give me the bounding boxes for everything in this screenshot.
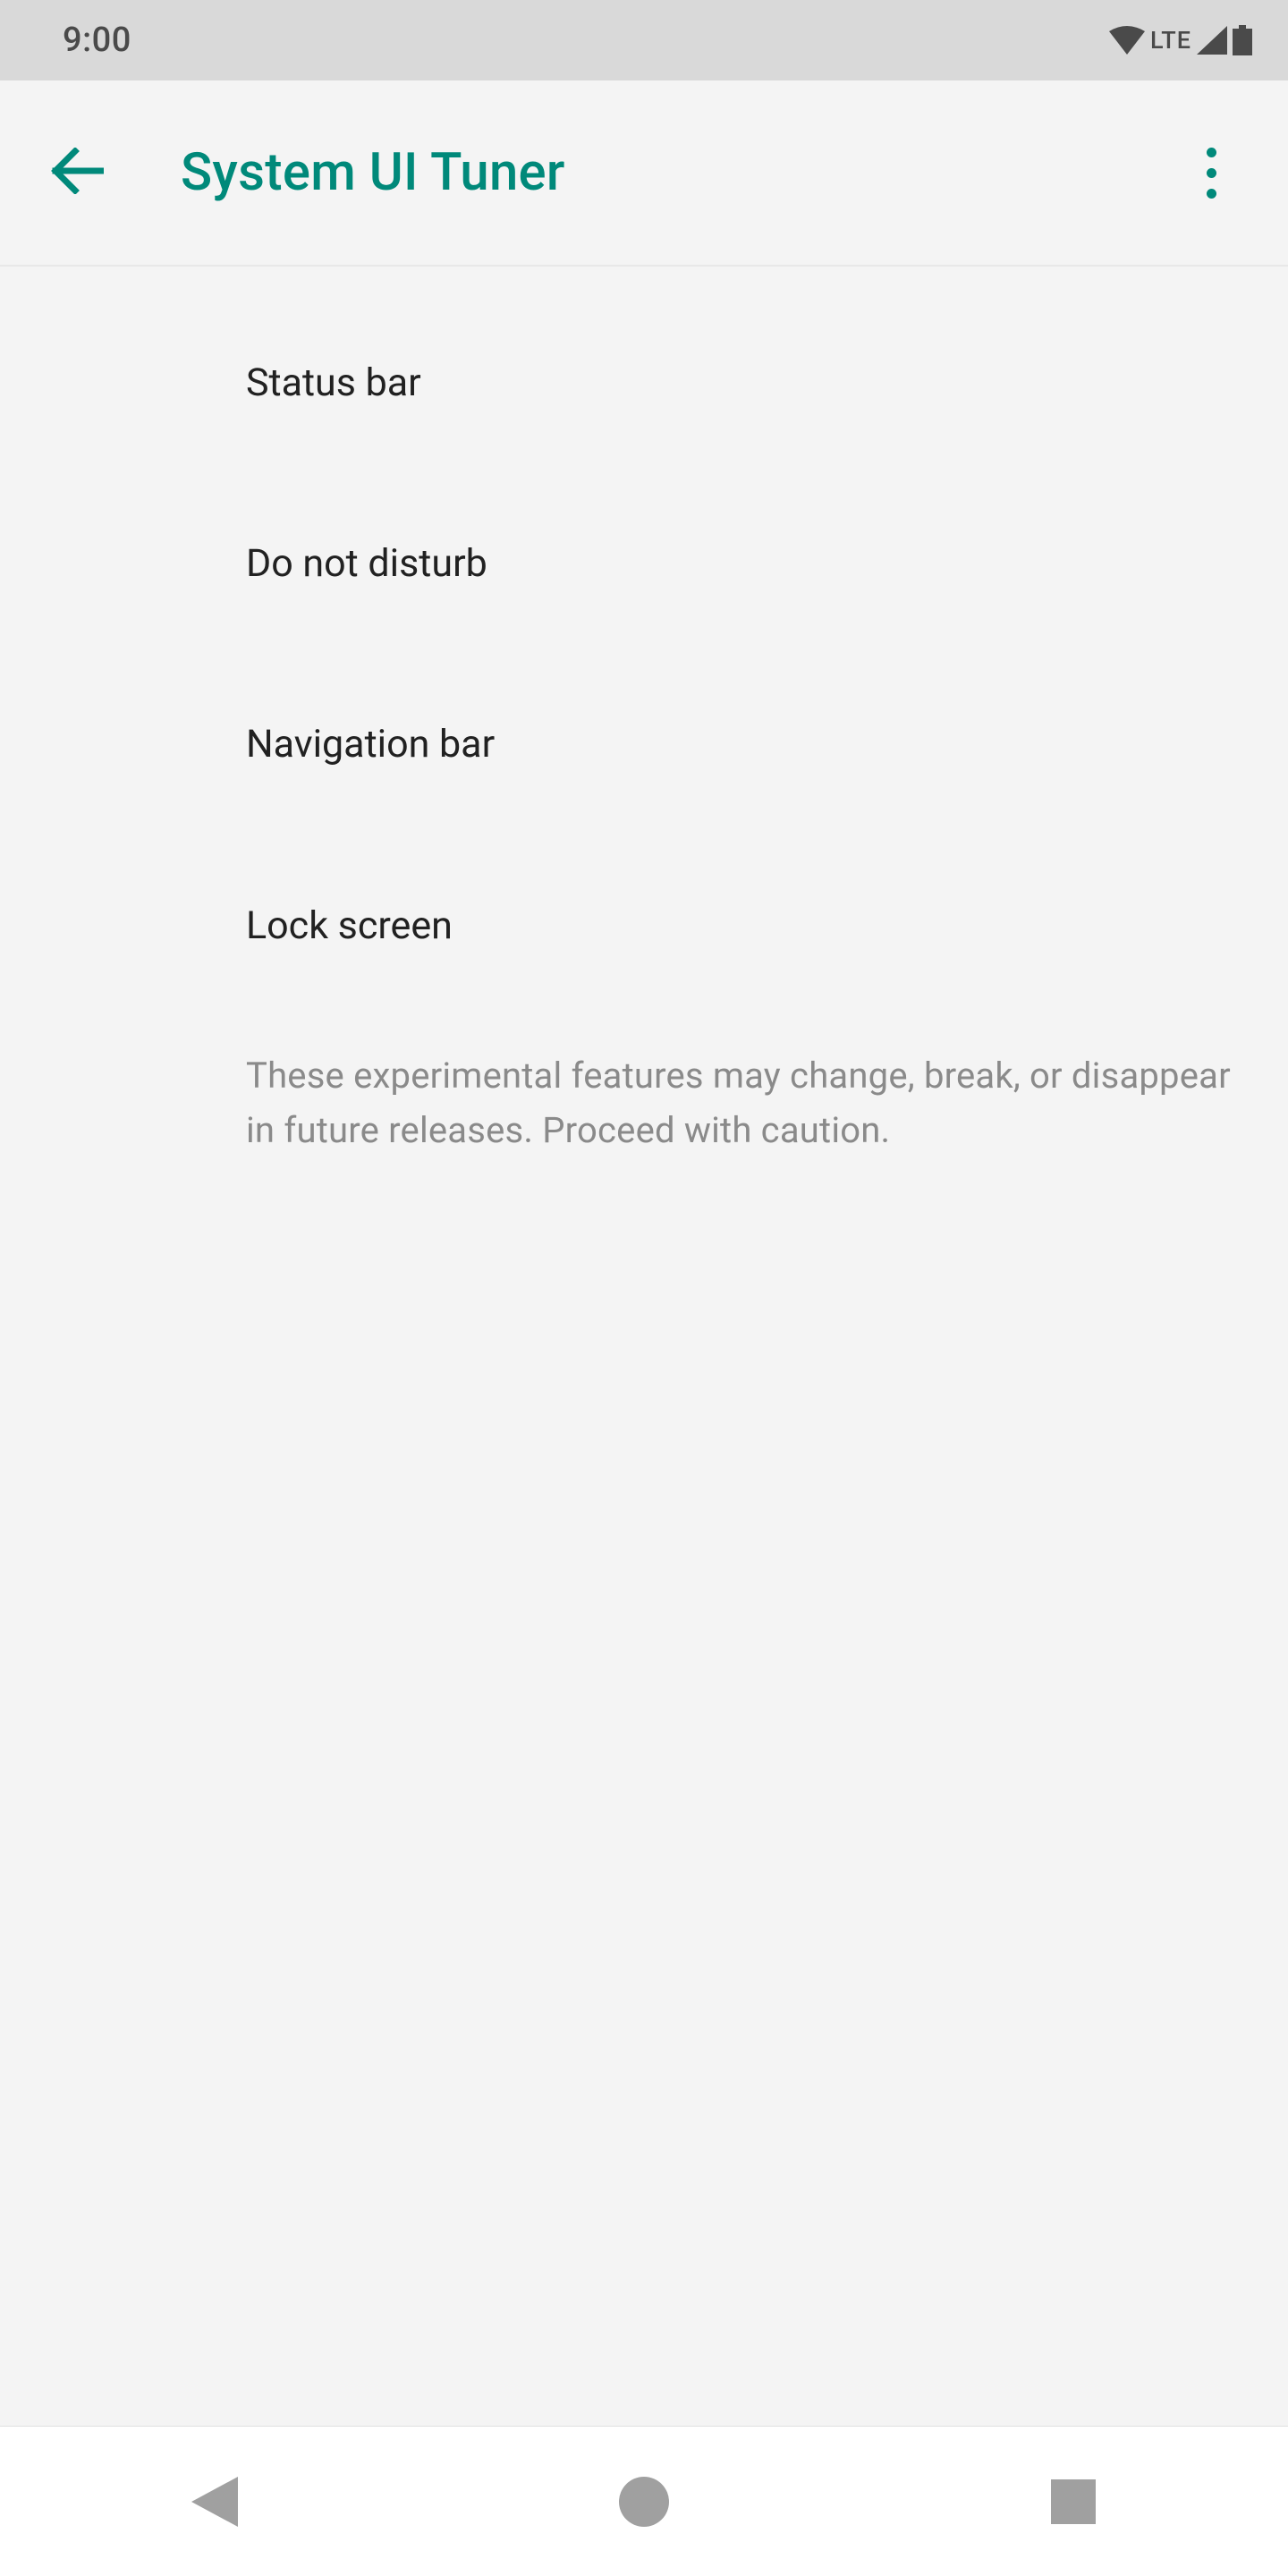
- system-status-bar: 9:00 LTE: [0, 0, 1288, 80]
- network-type-label: LTE: [1150, 26, 1191, 55]
- arrow-back-icon: [50, 148, 104, 198]
- circle-home-icon: [619, 2477, 669, 2527]
- caution-text: These experimental features may change, …: [246, 990, 1234, 1158]
- nav-back-button[interactable]: [125, 2457, 304, 2546]
- settings-content: Status bar Do not disturb Navigation bar…: [0, 267, 1288, 2426]
- menu-item-status-bar[interactable]: Status bar: [246, 318, 1234, 447]
- app-bar: System UI Tuner: [0, 80, 1288, 267]
- page-title: System UI Tuner: [181, 142, 565, 203]
- status-time: 9:00: [63, 21, 131, 60]
- menu-item-do-not-disturb[interactable]: Do not disturb: [246, 499, 1234, 628]
- nav-recents-button[interactable]: [984, 2457, 1163, 2546]
- square-recents-icon: [1051, 2479, 1096, 2524]
- overflow-menu-button[interactable]: [1170, 131, 1252, 214]
- wifi-icon: [1109, 26, 1145, 55]
- cellular-signal-icon: [1197, 26, 1227, 55]
- menu-item-navigation-bar[interactable]: Navigation bar: [246, 680, 1234, 809]
- battery-icon: [1233, 25, 1252, 55]
- nav-home-button[interactable]: [555, 2457, 733, 2546]
- back-button[interactable]: [36, 131, 118, 214]
- more-vert-icon: [1207, 148, 1216, 199]
- system-navigation-bar: [0, 2426, 1288, 2576]
- status-indicators: LTE: [1109, 25, 1252, 55]
- menu-item-lock-screen[interactable]: Lock screen: [246, 861, 1234, 990]
- triangle-back-icon: [191, 2477, 238, 2527]
